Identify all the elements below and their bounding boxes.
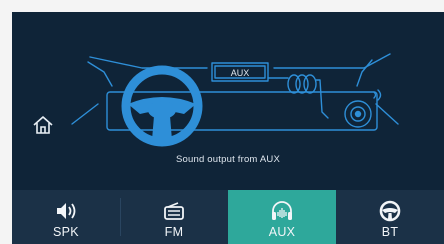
tab-bt-label: BT [381,225,399,239]
right-door-line [375,103,399,125]
tab-spk[interactable]: SPK [12,190,120,244]
windshield-left-line [89,56,208,69]
main-area: AUX Sound output from AUX [12,12,444,190]
tab-fm-label: FM [164,225,184,239]
aux-badge-text: AUX [231,68,250,78]
headphones-icon [270,200,294,222]
steering-wheel-graphic [121,65,203,147]
home-icon [33,116,53,134]
status-text: Sound output from AUX [175,154,280,165]
source-tab-bar: SPK FM AUX BT [12,190,444,244]
left-pillar [87,61,113,87]
speaker-icon [54,200,78,222]
windshield-right-line [273,53,391,69]
tab-bt[interactable]: BT [336,190,444,244]
tab-aux[interactable]: AUX [228,190,336,244]
tab-aux-label: AUX [268,225,296,239]
steering-wheel-icon [379,200,401,222]
tab-fm[interactable]: FM [120,190,228,244]
car-interior-illustration: AUX [71,53,399,147]
left-door-line [71,103,99,125]
head-unit-screen: AUX Sound output from AUX SPK FM AUX BT [12,12,444,244]
home-button[interactable] [30,112,56,138]
tab-spk-label: SPK [53,225,79,239]
right-pillar [356,59,373,87]
radio-icon [163,200,185,222]
